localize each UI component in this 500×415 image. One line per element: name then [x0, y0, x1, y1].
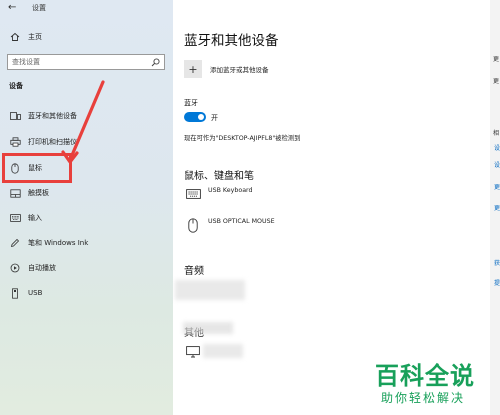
related-heading-fragment: 相: [493, 130, 500, 137]
related-link[interactable]: 设: [494, 160, 500, 169]
device-item-other[interactable]: [184, 344, 202, 360]
add-device-button[interactable]: + 添加蓝牙或其他设备: [184, 60, 269, 78]
sidebar-item-typing[interactable]: 输入: [0, 208, 173, 228]
watermark-tagline: 助你轻松解决: [381, 391, 466, 405]
watermark-logo: 百科全说: [375, 362, 475, 390]
sidebar-item-usb[interactable]: USB: [0, 283, 173, 303]
bluetooth-label: 蓝牙: [184, 99, 198, 107]
add-device-label: 添加蓝牙或其他设备: [210, 66, 269, 74]
sidebar-item-pen[interactable]: 笔和 Windows Ink: [0, 233, 173, 253]
device-name: USB OPTICAL MOUSE: [208, 218, 275, 225]
monitor-icon: [184, 344, 202, 360]
related-link[interactable]: 更: [494, 203, 500, 212]
keyboard-icon: [184, 186, 202, 202]
device-item-mouse[interactable]: USB OPTICAL MOUSE: [184, 217, 275, 233]
annotation-arrow-icon: [61, 80, 105, 164]
bluetooth-state: 开: [211, 114, 218, 122]
sidebar-item-label: 笔和 Windows Ink: [28, 239, 89, 247]
sidebar-item-label: 触摸板: [28, 189, 49, 197]
usb-icon: [9, 287, 21, 299]
related-fragment: 更: [493, 56, 500, 63]
sidebar-item-label: 自动播放: [28, 264, 56, 272]
help-link[interactable]: 获: [494, 258, 500, 267]
toggle-knob: [198, 114, 204, 120]
related-fragment: 更: [493, 78, 500, 85]
plus-icon: +: [184, 60, 202, 78]
audio-heading: 音频: [184, 266, 204, 277]
mouse-icon: [184, 217, 202, 233]
feedback-link[interactable]: 提: [494, 278, 500, 287]
sidebar-item-label: 输入: [28, 214, 42, 222]
device-item-keyboard[interactable]: USB Keyboard: [184, 186, 253, 202]
sidebar-item-autoplay[interactable]: 自动播放: [0, 258, 173, 278]
related-link[interactable]: 更: [494, 182, 500, 191]
keyboard-icon: [9, 212, 21, 224]
touchpad-icon: [9, 187, 21, 199]
page-title: 蓝牙和其他设备: [184, 33, 279, 49]
autoplay-icon: [9, 262, 21, 274]
main-panel: 蓝牙和其他设备 + 添加蓝牙或其他设备 蓝牙 开 现在可作为"DESKTOP-A…: [173, 0, 490, 415]
sidebar-item-touchpad[interactable]: 触摸板: [0, 183, 173, 203]
bluetooth-toggle[interactable]: [184, 112, 206, 122]
sidebar-item-label: USB: [28, 289, 43, 297]
device-name: USB Keyboard: [208, 187, 253, 194]
obscured-other-title: [183, 322, 233, 334]
mouse-keyboard-pen-heading: 鼠标、键盘和笔: [184, 171, 254, 182]
obscured-other-device: [203, 344, 243, 358]
related-link[interactable]: 设: [494, 143, 500, 152]
obscured-audio-device: [175, 280, 245, 300]
discoverable-text: 现在可作为"DESKTOP-AJIPFL8"被检测到: [184, 135, 301, 142]
pen-icon: [9, 237, 21, 249]
sidebar: ← 设置 主页 查找设置 设备 蓝牙和其他设备 打印机和扫描仪 鼠标 触摸板 输…: [0, 0, 173, 415]
